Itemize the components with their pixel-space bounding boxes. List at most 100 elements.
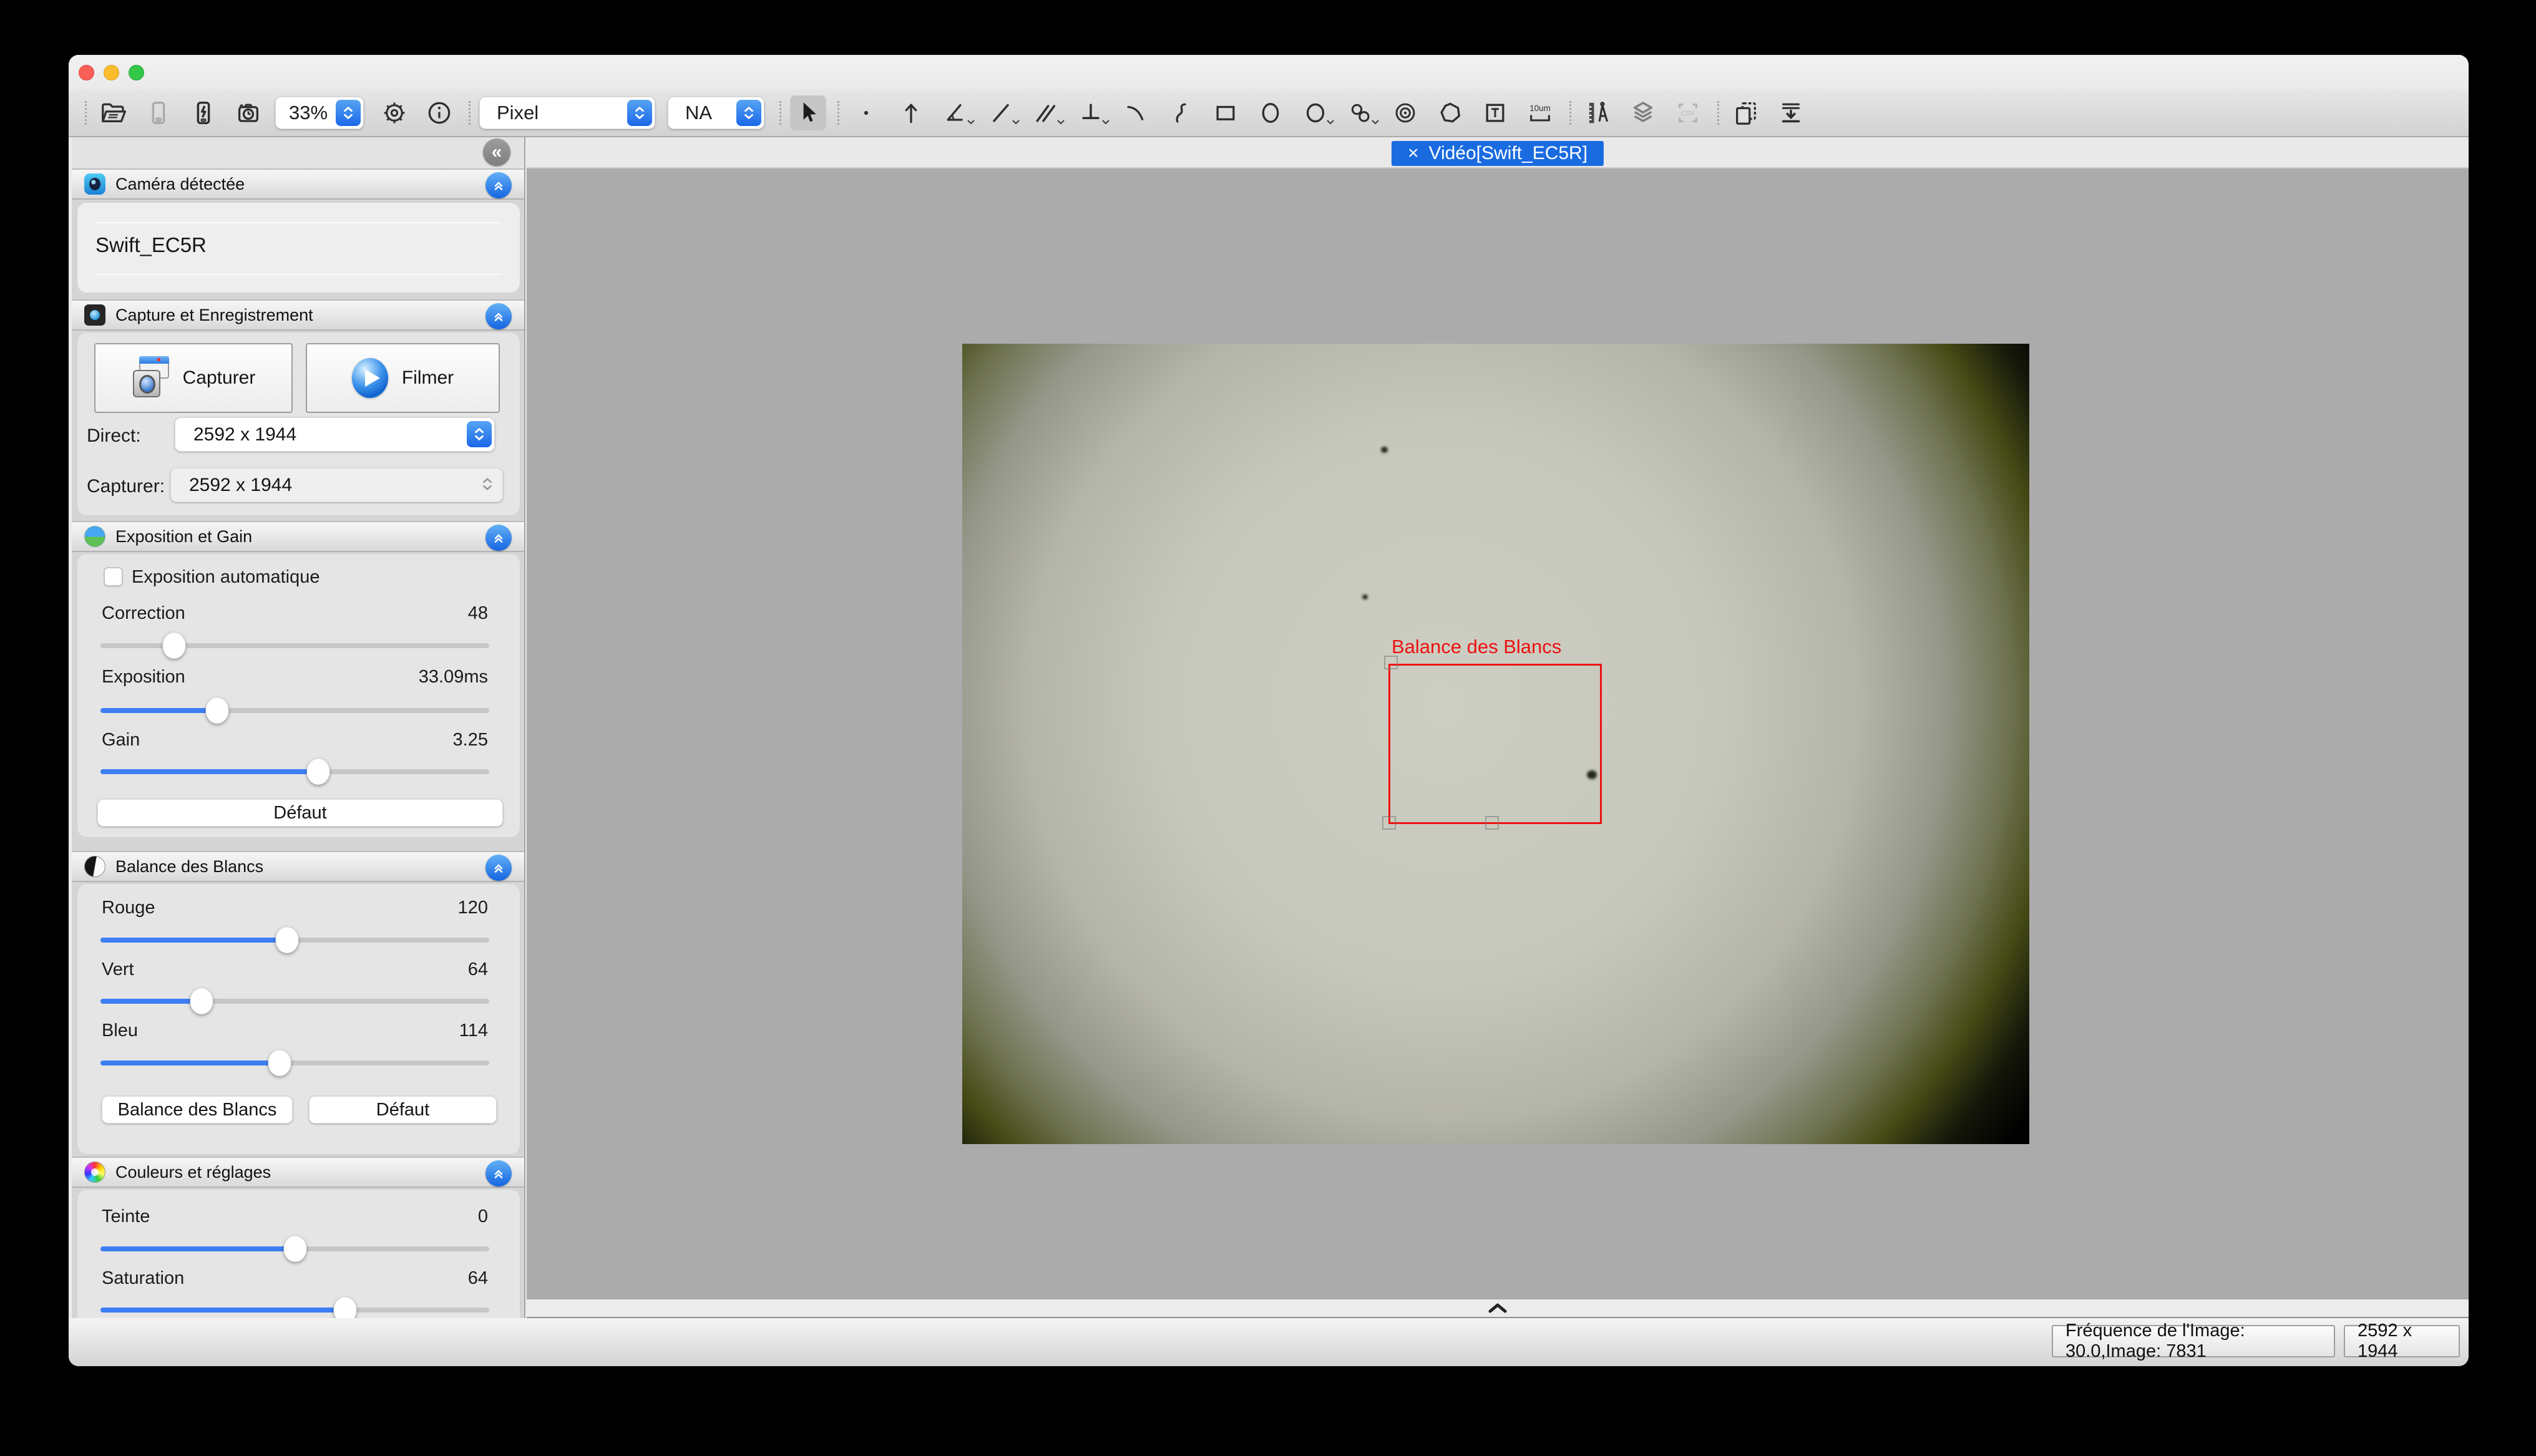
open-file-button[interactable] (95, 95, 132, 130)
slider-thumb[interactable] (283, 1236, 306, 1262)
slider-fill (100, 708, 217, 713)
ellipse-tool-button[interactable] (1252, 95, 1289, 130)
snap-resolution-select[interactable]: 2592 x 1944 (170, 468, 503, 502)
select-tool-button[interactable] (790, 95, 826, 130)
camera-panel-header[interactable]: Caméra détectée (72, 168, 524, 200)
unit-select[interactable]: Pixel (479, 97, 655, 129)
chevron-down-icon (1326, 119, 1335, 125)
slider-label: Teinte (102, 1206, 150, 1227)
collapse-panel-button[interactable] (485, 172, 512, 198)
exposure-slider[interactable] (100, 708, 489, 713)
scalebar-tool-button[interactable]: 10um (1522, 95, 1558, 130)
white-balance-button[interactable]: Balance des Blancs (102, 1096, 293, 1124)
roi-handle[interactable] (1485, 816, 1499, 830)
tab-bar: × Vidéo[Swift_EC5R] (527, 137, 2469, 168)
correction-slider[interactable] (100, 643, 489, 648)
zoom-level-select[interactable]: 33% (275, 97, 364, 129)
export-button[interactable] (1773, 95, 1809, 130)
settings-button[interactable] (376, 95, 412, 130)
slider-thumb[interactable] (334, 1297, 357, 1318)
auto-exposure-checkbox[interactable] (104, 567, 123, 586)
perpendicular-tool-button[interactable] (1073, 95, 1109, 130)
red-slider[interactable] (100, 938, 489, 943)
info-button[interactable] (421, 95, 457, 130)
video-viewport: Balance des Blancs (527, 168, 2469, 1299)
open-folder-icon (99, 99, 128, 127)
save-button[interactable] (140, 95, 177, 130)
parallel-tool-button[interactable] (1028, 95, 1064, 130)
layers-icon (1629, 99, 1657, 127)
capture-button[interactable]: Capturer (94, 343, 293, 413)
arrow-tool-button[interactable] (893, 95, 929, 130)
video-tab[interactable]: × Vidéo[Swift_EC5R] (1392, 141, 1604, 166)
slider-thumb[interactable] (190, 988, 213, 1014)
angle-icon (942, 99, 970, 127)
stepper-icon (336, 100, 361, 126)
wb-panel-header[interactable]: Balance des Blancs (72, 851, 524, 882)
arc-tool-button[interactable] (1118, 95, 1154, 130)
gear-icon (380, 99, 409, 127)
tab-close-icon[interactable]: × (1408, 143, 1419, 164)
sidebar: « Caméra détectée Swift_EC5R Capture et … (72, 137, 525, 1318)
layers-button[interactable] (1625, 95, 1661, 130)
wb-default-button[interactable]: Défaut (309, 1096, 497, 1124)
blue-slider[interactable] (100, 1060, 489, 1065)
angle-tool-button[interactable] (938, 95, 974, 130)
exposure-default-button[interactable]: Défaut (97, 799, 503, 827)
exposure-panel-header[interactable]: Exposition et Gain (72, 521, 524, 552)
collapse-panel-button[interactable] (485, 855, 512, 881)
white-balance-roi[interactable] (1388, 664, 1602, 824)
color-panel-header[interactable]: Couleurs et réglages (72, 1157, 524, 1188)
slider-thumb[interactable] (276, 927, 299, 953)
hue-slider[interactable] (100, 1246, 489, 1251)
slider-thumb[interactable] (205, 697, 228, 724)
slider-thumb[interactable] (306, 759, 329, 785)
rectangle-tool-button[interactable] (1207, 95, 1244, 130)
record-button[interactable]: Filmer (306, 343, 500, 413)
roi-handle[interactable] (1382, 816, 1396, 830)
collapse-panel-button[interactable] (485, 525, 512, 551)
collapse-panel-button[interactable] (485, 1160, 512, 1187)
maximize-window-button[interactable] (129, 65, 144, 80)
point-tool-button[interactable] (848, 95, 884, 130)
line-tool-button[interactable] (983, 95, 1019, 130)
minimize-window-button[interactable] (104, 65, 119, 80)
camera-name[interactable]: Swift_EC5R (95, 233, 207, 257)
gain-slider[interactable] (100, 769, 489, 774)
chevron-up-icon (491, 1166, 506, 1181)
curve-tool-button[interactable] (1163, 95, 1199, 130)
slider-label: Saturation (102, 1268, 184, 1289)
stepper-icon (467, 421, 492, 447)
capture-panel-header[interactable]: Capture et Enregistrement (72, 299, 524, 331)
roi-handle[interactable] (1384, 656, 1398, 669)
auto-exposure-label: Exposition automatique (132, 567, 319, 588)
calibration-button[interactable] (1580, 95, 1616, 130)
concentric-circles-tool-button[interactable] (1387, 95, 1423, 130)
chevron-up-icon (491, 860, 506, 875)
expand-up-icon[interactable] (1487, 1303, 1508, 1314)
saturation-slider[interactable] (100, 1308, 489, 1313)
ruler-compass-icon (1584, 99, 1612, 127)
sidebar-collapse-button[interactable]: « (483, 138, 510, 166)
slider-thumb[interactable] (163, 633, 186, 659)
chevron-down-icon (1101, 119, 1110, 125)
ellipse-icon (1257, 99, 1284, 127)
time-lapse-button[interactable] (230, 95, 266, 130)
live-video-frame[interactable]: Balance des Blancs (962, 344, 2029, 1144)
copy-button[interactable] (1728, 95, 1764, 130)
csv-export-button[interactable]: CSV (1670, 95, 1706, 130)
bottom-expand-strip (527, 1299, 2469, 1318)
auto-capture-button[interactable] (185, 95, 222, 130)
slider-thumb[interactable] (268, 1050, 291, 1076)
magnification-select[interactable]: NA (668, 97, 764, 129)
close-window-button[interactable] (79, 65, 94, 80)
green-slider[interactable] (100, 999, 489, 1004)
zoom-level-value: 33% (289, 102, 328, 124)
polygon-tool-button[interactable] (1432, 95, 1468, 130)
slider-label: Gain (102, 730, 140, 750)
collapse-panel-button[interactable] (485, 303, 512, 329)
live-resolution-select[interactable]: 2592 x 1944 (175, 417, 495, 452)
annulus-tool-button[interactable] (1342, 95, 1378, 130)
text-tool-button[interactable] (1477, 95, 1513, 130)
circle-tool-button[interactable] (1297, 95, 1334, 130)
